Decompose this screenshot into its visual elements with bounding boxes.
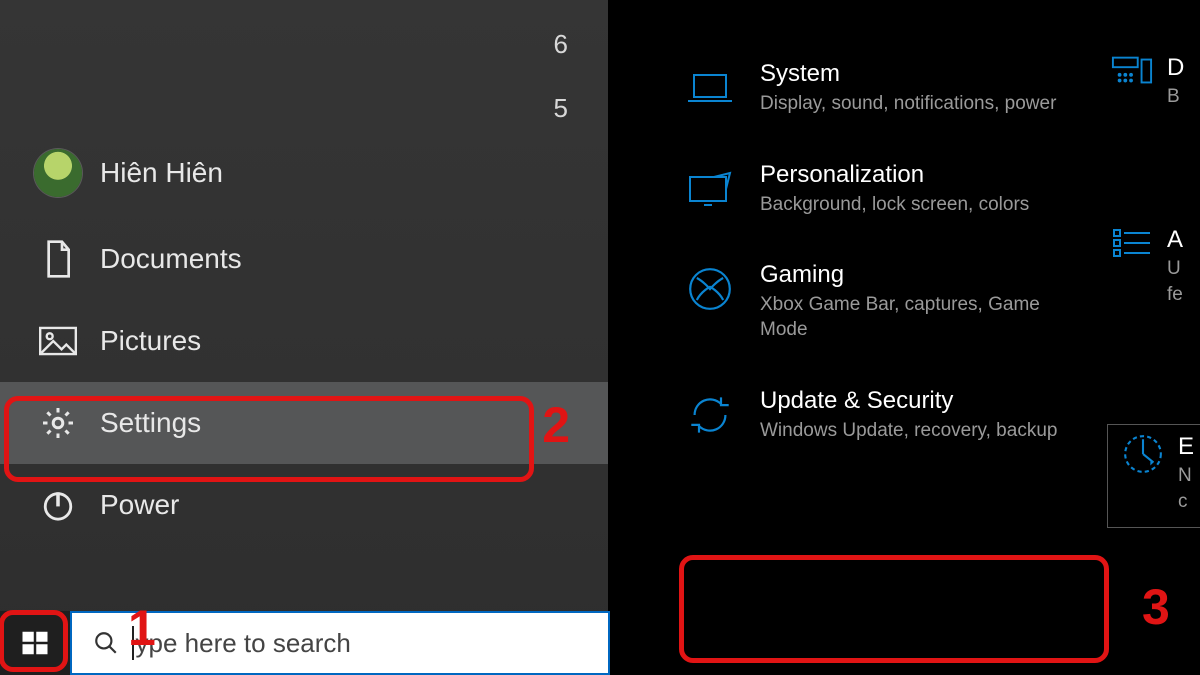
settings-tile-system[interactable]: System Display, sound, notifications, po…: [680, 60, 1120, 117]
sync-icon: [680, 391, 740, 439]
search-icon: [86, 630, 126, 656]
start-menu-panel: 6 5 Hiên Hiên Documents Pictures Setting…: [0, 0, 610, 675]
start-item-pictures[interactable]: Pictures: [0, 300, 608, 382]
tile-title: Gaming: [760, 261, 1060, 289]
tile-subtitle: Display, sound, notifications, power: [760, 92, 1056, 117]
start-item-label: Documents: [100, 243, 242, 275]
settings-tile-devices-partial[interactable]: D B: [1107, 54, 1200, 108]
tile-title-fragment: E: [1178, 433, 1194, 461]
tile-sub-fragment: N: [1178, 465, 1194, 487]
tile-title-fragment: A: [1167, 226, 1183, 254]
avatar: [28, 149, 88, 197]
settings-tile-update-security[interactable]: Update & Security Windows Update, recove…: [680, 387, 1120, 444]
start-item-label: Settings: [100, 407, 201, 439]
annotation-number-1: 1: [128, 599, 156, 657]
start-item-power[interactable]: Power: [0, 464, 608, 546]
xbox-icon: [680, 265, 740, 313]
document-icon: [28, 239, 88, 279]
tile-title: System: [760, 60, 1056, 88]
ease-of-access-icon: [1118, 433, 1168, 475]
windows-icon: [20, 628, 50, 658]
start-item-label: Power: [100, 489, 179, 521]
tile-subtitle: Xbox Game Bar, captures, Game Mode: [760, 293, 1060, 342]
tile-sub-fragment: U: [1167, 258, 1183, 280]
start-item-documents[interactable]: Documents: [0, 218, 608, 300]
tile-sub-fragment: fe: [1167, 284, 1183, 306]
apps-icon: [1107, 226, 1157, 260]
pictures-icon: [28, 326, 88, 356]
start-item-label: Pictures: [100, 325, 201, 357]
tile-sub-fragment: B: [1167, 86, 1184, 108]
power-icon: [28, 488, 88, 522]
start-menu-items: Hiên Hiên Documents Pictures Settings Po: [0, 128, 608, 546]
tile-sub-fragment: c: [1178, 491, 1194, 513]
tile-subtitle: Windows Update, recovery, backup: [760, 419, 1057, 444]
settings-tile-column-partial: D B A U fe E N c: [1107, 54, 1200, 528]
annotation-number-3: 3: [1142, 578, 1170, 636]
start-item-settings[interactable]: Settings: [0, 382, 608, 464]
start-button[interactable]: [0, 611, 70, 675]
settings-panel: System Display, sound, notifications, po…: [610, 0, 1200, 675]
settings-tile-apps-partial[interactable]: A U fe: [1107, 226, 1200, 306]
gear-icon: [28, 405, 88, 441]
settings-tile-ease-partial[interactable]: E N c: [1107, 424, 1200, 528]
laptop-icon: [680, 64, 740, 112]
tile-subtitle: Background, lock screen, colors: [760, 193, 1029, 218]
search-placeholder-text: ype here to search: [136, 628, 351, 659]
tile-fragment-numbers: 6 5: [554, 12, 568, 140]
settings-tile-personalization[interactable]: Personalization Background, lock screen,…: [680, 161, 1120, 218]
devices-icon: [1107, 54, 1157, 88]
tile-title: Update & Security: [760, 387, 1057, 415]
start-user-row[interactable]: Hiên Hiên: [0, 128, 608, 218]
annotation-number-2: 2: [542, 396, 570, 454]
tile-title: Personalization: [760, 161, 1029, 189]
personalization-icon: [680, 165, 740, 213]
taskbar: t ype here to search: [0, 611, 610, 675]
user-name-label: Hiên Hiên: [100, 157, 223, 189]
settings-tile-gaming[interactable]: Gaming Xbox Game Bar, captures, Game Mod…: [680, 261, 1120, 342]
tile-title-fragment: D: [1167, 54, 1184, 82]
